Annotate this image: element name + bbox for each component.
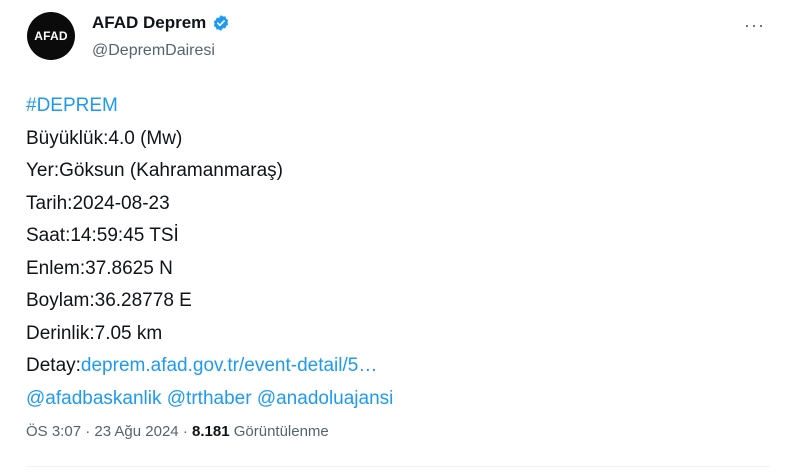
detail-link[interactable]: deprem.afad.gov.tr/event-detail/5… (81, 355, 377, 376)
verified-badge-icon[interactable] (212, 14, 230, 32)
hashtag-link[interactable]: #DEPREM (26, 95, 118, 116)
tweet-line-detail: Detay:deprem.afad.gov.tr/event-detail/5… (26, 350, 393, 383)
tweet-line-date: Tarih:2024-08-23 (26, 192, 170, 214)
tweet-line-location: Yer:Göksun (Kahramanmaraş) (26, 160, 283, 181)
tweet-line-depth: Derinlik:7.05 km (26, 322, 163, 344)
tweet-line-longitude: Boylam:36.28778 E (26, 290, 192, 311)
tweet-text: #DEPREM Büyüklük:4.0 (Mw) Yer:Göksun (Ka… (26, 90, 393, 415)
tweet-line-latitude: Enlem:37.8625 N (26, 257, 173, 279)
meta-separator: · (182, 423, 188, 440)
tweet-card: AFAD AFAD Deprem @DepremDairesi ··· #DEP… (0, 0, 790, 472)
author-handle[interactable]: @DepremDairesi (92, 42, 215, 60)
mentions-line: @afadbaskanlik @trthaber @anadoluajansi (26, 383, 393, 416)
mention-link-afadbaskanlik[interactable]: @afadbaskanlik (26, 388, 161, 409)
author-display-name[interactable]: AFAD Deprem (92, 13, 206, 33)
tweet-line-time: Saat:14:59:45 TSİ (26, 225, 179, 246)
divider (26, 466, 770, 467)
tweet-meta: ÖS 3:07 · 23 Ağu 2024 · 8.181 Görüntülen… (26, 423, 329, 440)
views-label: Görüntülenme (233, 423, 329, 440)
views-count: 8.181 (192, 423, 230, 440)
more-options-icon[interactable]: ··· (744, 15, 765, 36)
detail-label: Detay: (26, 355, 81, 376)
tweet-date[interactable]: 23 Ağu 2024 (94, 423, 178, 440)
tweet-time[interactable]: ÖS 3:07 (26, 423, 81, 440)
meta-separator: · (85, 423, 91, 440)
tweet-line-magnitude: Büyüklük:4.0 (Mw) (26, 127, 183, 149)
avatar[interactable]: AFAD (27, 12, 75, 60)
avatar-logo-text: AFAD (34, 29, 68, 43)
mention-link-trthaber[interactable]: @trthaber (167, 388, 252, 409)
mention-link-anadoluajansi[interactable]: @anadoluajansi (257, 388, 394, 409)
author-name-row: AFAD Deprem (92, 13, 230, 33)
